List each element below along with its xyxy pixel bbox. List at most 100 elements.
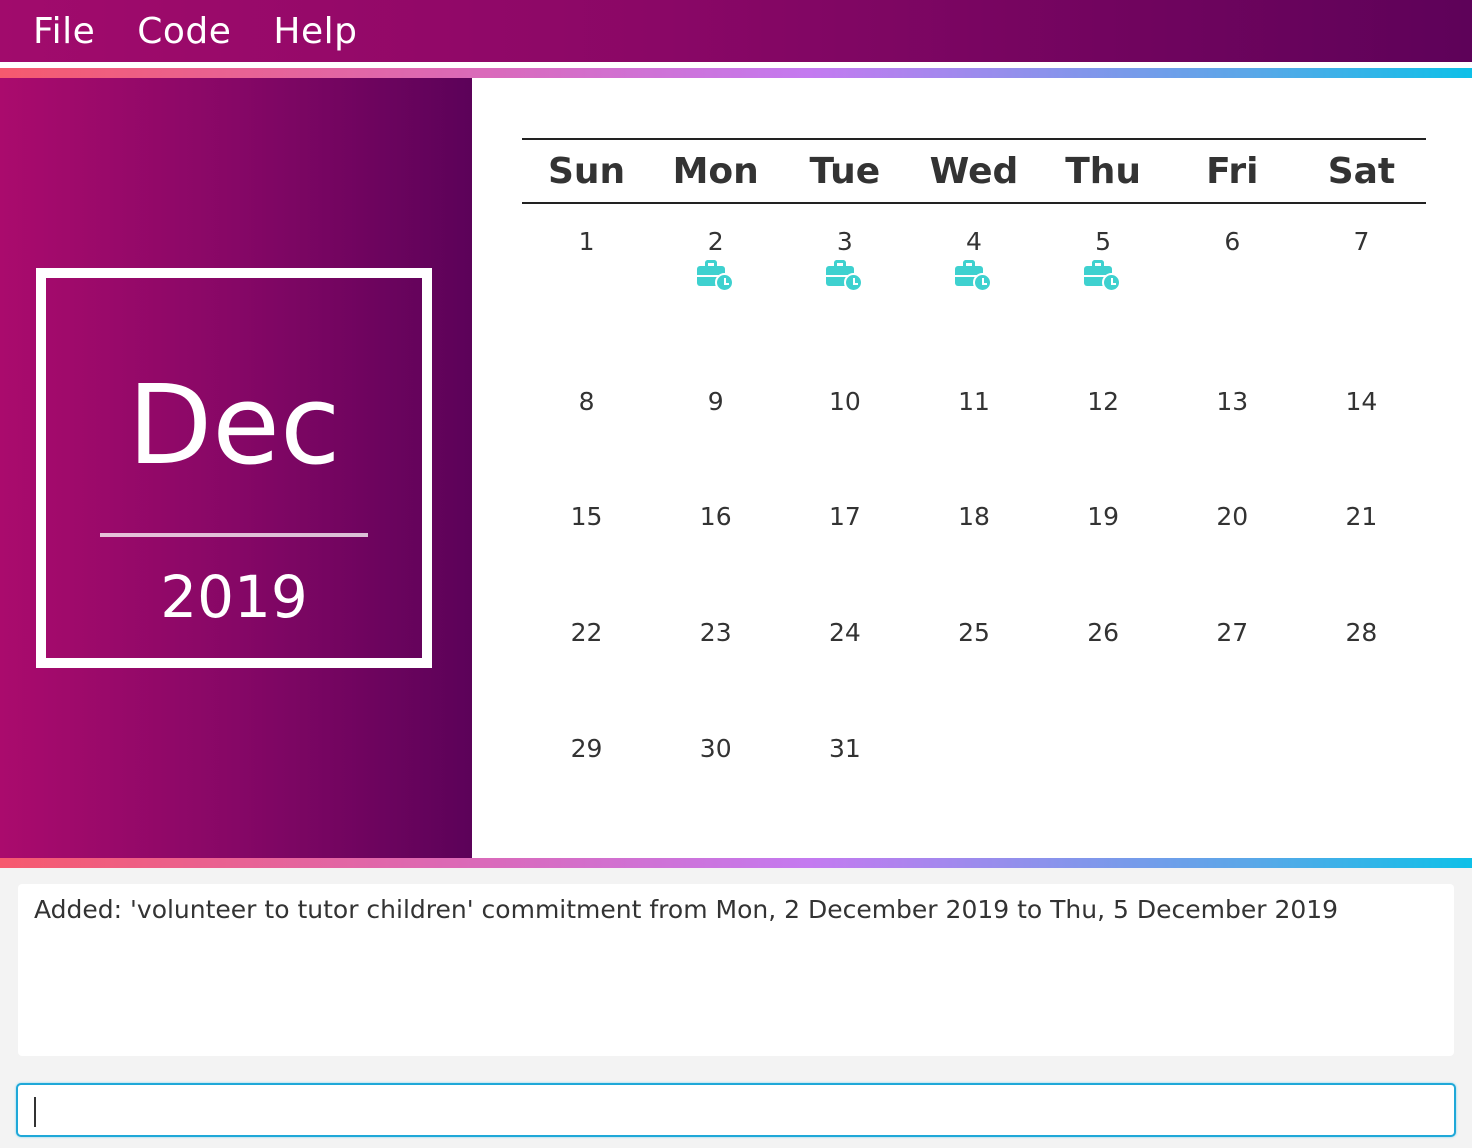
day-number: 9: [707, 387, 724, 416]
gradient-divider-bottom: [0, 858, 1472, 868]
calendar-day[interactable]: 22: [522, 598, 651, 714]
calendar-day[interactable]: 16: [651, 482, 780, 598]
day-number: 13: [1216, 387, 1249, 416]
calendar-day[interactable]: 13: [1168, 366, 1297, 482]
calendar-day-empty: [909, 714, 1038, 830]
day-number: 27: [1216, 618, 1249, 647]
briefcase-clock-icon[interactable]: [696, 260, 736, 294]
calendar-day[interactable]: 4: [909, 206, 1038, 366]
calendar-day[interactable]: 19: [1039, 482, 1168, 598]
year-label: 2019: [160, 563, 308, 631]
day-name-wed: Wed: [929, 151, 1019, 192]
calendar-day[interactable]: 17: [780, 482, 909, 598]
day-number: 7: [1353, 227, 1370, 256]
menu-file[interactable]: File: [33, 11, 95, 52]
day-name-tue: Tue: [809, 151, 881, 192]
day-number: 15: [570, 502, 603, 531]
calendar-day[interactable]: 10: [780, 366, 909, 482]
calendar-day[interactable]: 25: [909, 598, 1038, 714]
day-name-sun: Sun: [547, 151, 626, 192]
calendar-day[interactable]: 6: [1168, 206, 1297, 366]
menu-code[interactable]: Code: [137, 11, 231, 52]
day-number: 5: [1095, 227, 1112, 256]
calendar-day[interactable]: 30: [651, 714, 780, 830]
calendar-day-empty: [1297, 714, 1426, 830]
calendar-day[interactable]: 8: [522, 366, 651, 482]
calendar-day[interactable]: 1: [522, 206, 651, 366]
calendar-day[interactable]: 11: [909, 366, 1038, 482]
calendar-day[interactable]: 31: [780, 714, 909, 830]
calendar-day[interactable]: 23: [651, 598, 780, 714]
day-name-mon: Mon: [672, 151, 759, 192]
calendar-day[interactable]: 24: [780, 598, 909, 714]
calendar-week: 15 16 17 18 19 20 21: [522, 482, 1426, 598]
calendar-day[interactable]: 21: [1297, 482, 1426, 598]
calendar-day[interactable]: 29: [522, 714, 651, 830]
day-number: 19: [1087, 502, 1120, 531]
briefcase-clock-icon[interactable]: [825, 260, 865, 294]
briefcase-clock-icon[interactable]: [954, 260, 994, 294]
day-number: 22: [570, 618, 603, 647]
calendar-day[interactable]: 12: [1039, 366, 1168, 482]
calendar-week: 22 23 24 25 26 27 28: [522, 598, 1426, 714]
calendar-day[interactable]: 18: [909, 482, 1038, 598]
calendar-week: 1 2 3 4 5 6 7: [522, 206, 1426, 366]
day-number: 28: [1345, 618, 1378, 647]
day-number: 29: [570, 734, 603, 763]
calendar-day-empty: [1039, 714, 1168, 830]
month-card: Dec 2019: [36, 268, 432, 668]
day-number: 3: [836, 227, 853, 256]
command-input[interactable]: [16, 1083, 1456, 1137]
month-panel: Dec 2019: [0, 78, 472, 858]
day-number: 30: [699, 734, 732, 763]
day-number: 18: [958, 502, 990, 531]
calendar-day[interactable]: 28: [1297, 598, 1426, 714]
day-number: 4: [966, 227, 982, 256]
calendar-day[interactable]: 26: [1039, 598, 1168, 714]
gradient-divider-top: [0, 68, 1472, 78]
day-number: 21: [1345, 502, 1378, 531]
calendar-day[interactable]: 20: [1168, 482, 1297, 598]
menu-bar: File Code Help: [0, 0, 1472, 62]
day-number: 8: [578, 387, 595, 416]
calendar-day[interactable]: 27: [1168, 598, 1297, 714]
day-name-fri: Fri: [1206, 151, 1259, 192]
day-number: 25: [958, 618, 990, 647]
day-number: 31: [828, 734, 861, 763]
day-number: 24: [828, 618, 861, 647]
day-number: 6: [1224, 227, 1241, 256]
day-number: 26: [1087, 618, 1120, 647]
day-number: 20: [1216, 502, 1249, 531]
day-number: 14: [1345, 387, 1378, 416]
calendar-day[interactable]: 7: [1297, 206, 1426, 366]
menu-help[interactable]: Help: [273, 11, 357, 52]
day-number: 17: [828, 502, 861, 531]
calendar-grid: 1 2 3 4 5 6 7 8 9 10 11 12 13 14 15 16 1…: [522, 206, 1426, 830]
calendar-day[interactable]: 15: [522, 482, 651, 598]
result-message: Added: 'volunteer to tutor children' com…: [34, 895, 1339, 924]
day-number: 1: [578, 227, 595, 256]
day-number: 10: [828, 387, 861, 416]
text-cursor: [34, 1097, 36, 1127]
month-divider: [100, 533, 368, 537]
calendar-panel: Sun Mon Tue Wed Thu Fri Sat 1 2 3 4 5 6 …: [472, 78, 1472, 858]
briefcase-clock-icon[interactable]: [1083, 260, 1123, 294]
day-number: 2: [707, 227, 724, 256]
calendar-day[interactable]: 3: [780, 206, 909, 366]
calendar-day[interactable]: 9: [651, 366, 780, 482]
calendar-day[interactable]: 5: [1039, 206, 1168, 366]
calendar-day[interactable]: 14: [1297, 366, 1426, 482]
calendar-day-empty: [1168, 714, 1297, 830]
calendar-week: 29 30 31: [522, 714, 1426, 830]
day-number: 12: [1087, 387, 1120, 416]
day-name-sat: Sat: [1327, 151, 1396, 192]
calendar-header: Sun Mon Tue Wed Thu Fri Sat: [522, 138, 1426, 204]
result-display: Added: 'volunteer to tutor children' com…: [18, 884, 1454, 1056]
month-name: Dec: [127, 361, 341, 489]
day-number: 11: [958, 387, 990, 416]
calendar-week: 8 9 10 11 12 13 14: [522, 366, 1426, 482]
day-name-thu: Thu: [1065, 151, 1142, 192]
calendar-day[interactable]: 2: [651, 206, 780, 366]
day-number: 23: [699, 618, 732, 647]
day-number: 16: [699, 502, 732, 531]
